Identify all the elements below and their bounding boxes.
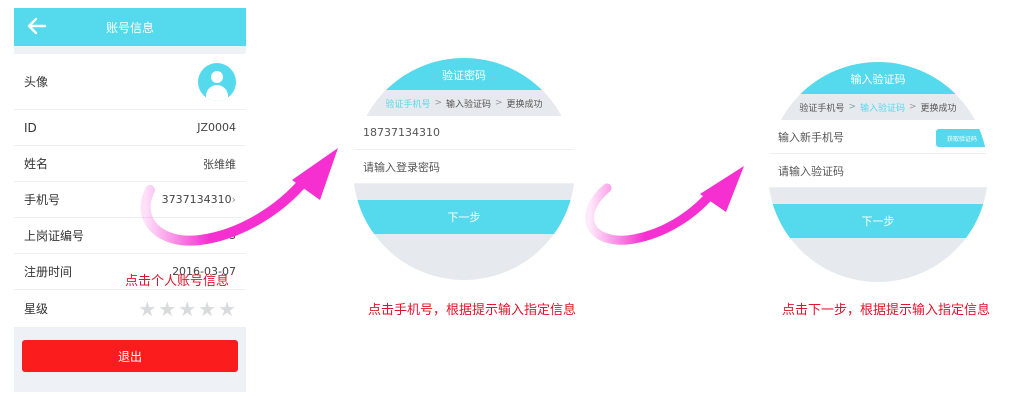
- step-indicator: 验证手机号 > 输入验证码 > 更换成功: [768, 94, 988, 120]
- avatar-label: 头像: [24, 75, 49, 89]
- avatar[interactable]: [198, 62, 236, 101]
- verify-code-title: 输入验证码: [768, 62, 988, 94]
- annotation-step1: 点击个人账号信息: [125, 274, 230, 289]
- step-enter-code: 输入验证码: [859, 103, 905, 114]
- page-title: 账号信息: [105, 21, 154, 35]
- star-icon: ★: [138, 296, 157, 321]
- star-icon: ★: [178, 296, 197, 321]
- get-code-button[interactable]: 获取验证码: [936, 129, 988, 147]
- code-input[interactable]: 请输入验证码: [768, 154, 988, 188]
- phone-label: 手机号: [24, 193, 61, 207]
- id-label: ID: [24, 120, 37, 135]
- id-value: JZ0004: [197, 121, 236, 134]
- password-input[interactable]: 请输入登录密码: [353, 150, 575, 184]
- step-verify-phone: 验证手机号: [799, 103, 845, 114]
- next-button[interactable]: 下一步: [353, 200, 575, 234]
- star-level-row: 星级 ★ ★ ★ ★ ★: [14, 290, 246, 328]
- annotation-step3: 点击下一步，根据提示输入指定信息: [782, 303, 991, 318]
- license-label: 上岗证编号: [24, 229, 85, 243]
- step-enter-code: 输入验证码: [445, 99, 491, 110]
- arrow-icon: [140, 148, 338, 246]
- arrow-icon: [585, 166, 744, 245]
- verify-code-screen: 输入验证码 验证手机号 > 输入验证码 > 更换成功 输入新手机号 获取验证码 …: [768, 62, 988, 282]
- name-label: 姓名: [24, 157, 49, 171]
- chevron-right-icon: >: [434, 98, 442, 108]
- star-icon: ★: [198, 296, 217, 321]
- chevron-right-icon: >: [909, 102, 917, 112]
- phone-display: 18737134310: [353, 116, 575, 150]
- user-icon: [211, 70, 223, 83]
- verify-password-screen: 验证密码 验证手机号 > 输入验证码 > 更换成功 18737134310 请输…: [353, 58, 575, 280]
- chevron-right-icon: >: [495, 98, 503, 108]
- account-header: 账号信息: [14, 8, 246, 46]
- chevron-right-icon: >: [848, 102, 856, 112]
- annotation-step2: 点击手机号，根据提示输入指定信息: [368, 303, 577, 318]
- step-success: 更换成功: [506, 99, 543, 110]
- new-phone-input[interactable]: 输入新手机号 获取验证码: [768, 120, 988, 154]
- star-icon: ★: [158, 296, 177, 321]
- star-rating: ★ ★ ★ ★ ★: [138, 299, 236, 319]
- step-verify-phone: 验证手机号: [385, 99, 431, 110]
- verify-password-title: 验证密码: [353, 58, 575, 90]
- step-indicator: 验证手机号 > 输入验证码 > 更换成功: [353, 90, 575, 116]
- logout-button[interactable]: 退出: [22, 340, 238, 372]
- star-level-label: 星级: [24, 302, 49, 316]
- register-time-label: 注册时间: [24, 265, 73, 279]
- avatar-row[interactable]: 头像: [14, 54, 246, 110]
- star-icon: ★: [218, 296, 236, 321]
- step-success: 更换成功: [920, 103, 957, 114]
- next-button[interactable]: 下一步: [768, 204, 988, 238]
